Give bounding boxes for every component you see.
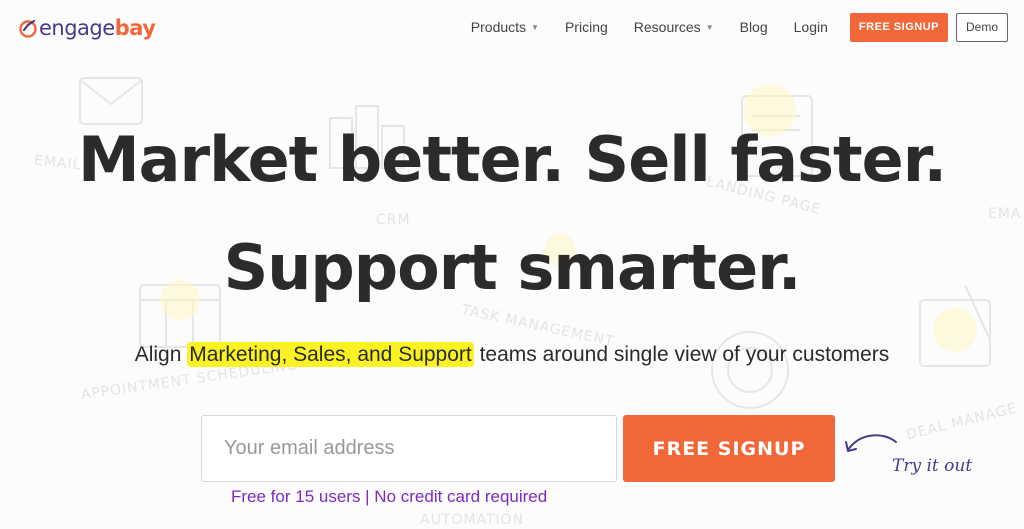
brand-logo[interactable]: engagebay (18, 14, 156, 42)
hero-headline-line-2: Support smarter. (223, 231, 802, 304)
curved-arrow-icon (845, 434, 897, 452)
nav-resources-label: Resources (633, 19, 701, 35)
hero-headline-line-1: Market better. Sell faster. (77, 123, 947, 196)
page: EMAIL CRM LANDING PAGE EMA TASK MANAGEME… (0, 0, 1024, 529)
nav-pricing[interactable]: Pricing (565, 19, 608, 35)
signup-form: FREE SIGNUP (201, 415, 835, 482)
nav-pricing-label: Pricing (564, 19, 608, 35)
signup-note: Free for 15 users | No credit card requi… (231, 487, 548, 506)
subtitle-highlight: Marketing, Sales, and Support (187, 342, 474, 367)
nav-products[interactable]: Products ▼ (471, 19, 539, 35)
try-it-callout: Try it out (840, 428, 980, 488)
site-header: engagebay Products ▼ Pricing Resources ▼… (0, 0, 1024, 56)
nav-free-signup-button[interactable]: FREE SIGNUP (849, 12, 948, 42)
doodle-label-crm: CRM (376, 212, 411, 228)
hero-free-signup-button[interactable]: FREE SIGNUP (623, 415, 835, 482)
nav-demo-button[interactable]: Demo (955, 12, 1008, 42)
nav-blog-label: Blog (739, 19, 768, 35)
logo-mark-icon (19, 19, 37, 38)
chevron-down-icon: ▼ (705, 22, 714, 32)
email-input[interactable] (201, 415, 617, 482)
subtitle-prefix: Align (134, 343, 188, 366)
logo-wordmark: engagebay (39, 14, 156, 42)
nav-login[interactable]: Login (794, 19, 828, 35)
logo-text-engage: engage (39, 16, 115, 40)
doodle-label-email-right: EMA (988, 206, 1022, 222)
try-it-text: Try it out (892, 456, 973, 476)
nav-login-label: Login (793, 19, 828, 35)
logo-text-bay: bay (114, 16, 156, 40)
hero-subtitle: Align Marketing, Sales, and Support team… (0, 340, 1024, 370)
nav-resources[interactable]: Resources ▼ (634, 19, 714, 35)
chevron-down-icon: ▼ (531, 22, 539, 32)
subtitle-suffix: teams around single view of your custome… (473, 343, 890, 366)
doodle-label-automation: AUTOMATION (420, 512, 525, 528)
nav-blog[interactable]: Blog (740, 19, 768, 35)
main-nav: Products ▼ Pricing Resources ▼ Blog Logi… (471, 12, 1008, 42)
nav-products-label: Products (470, 19, 527, 35)
